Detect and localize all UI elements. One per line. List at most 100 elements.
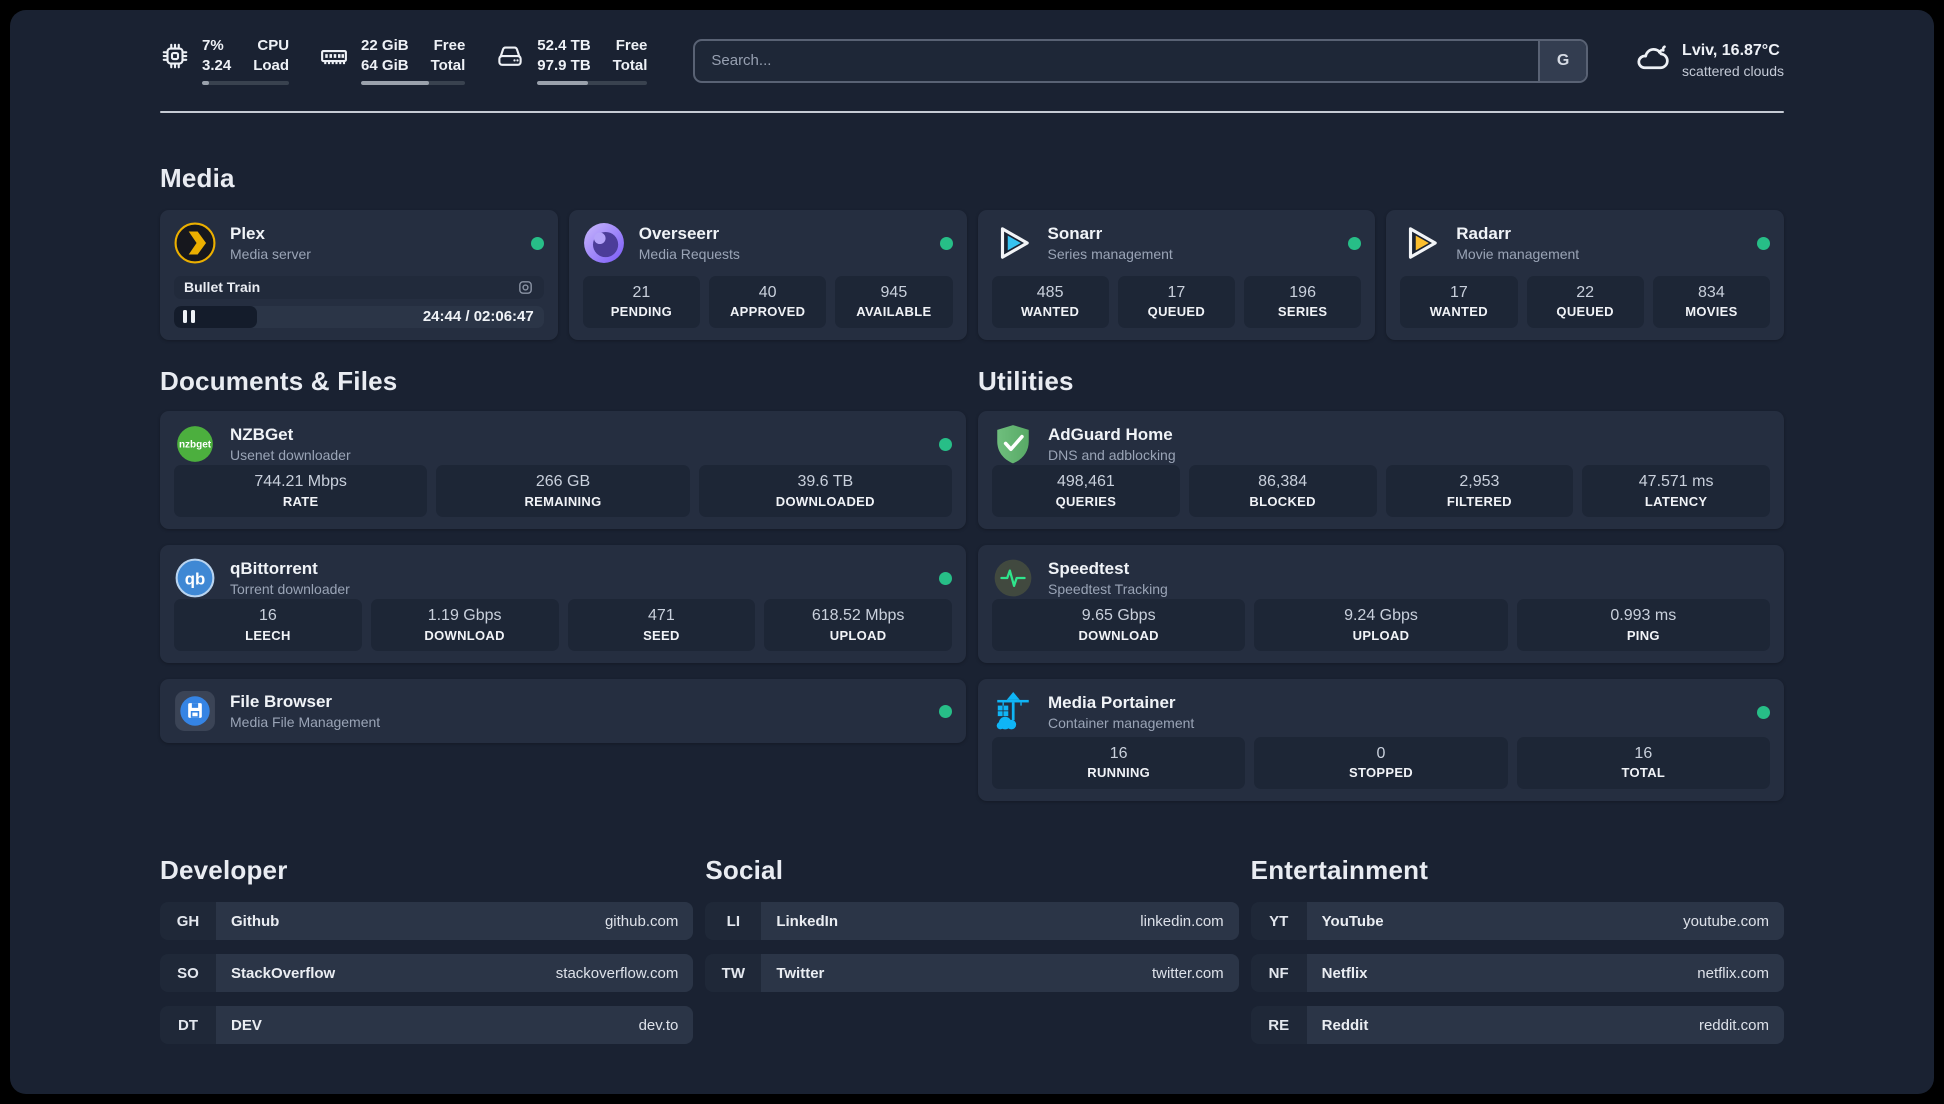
link-reddit[interactable]: RE Reddit reddit.com: [1250, 1006, 1784, 1044]
app-card-qbittorrent[interactable]: qb qBittorrent Torrent downloader 16 LEE…: [160, 545, 966, 663]
link-youtube[interactable]: YT YouTube youtube.com: [1250, 902, 1784, 940]
link-url: linkedin.com: [1140, 912, 1224, 930]
svg-text:qb: qb: [185, 569, 206, 588]
stat-tile-wanted: 17 WANTED: [1400, 275, 1518, 328]
stat-tile-queued: 17 QUEUED: [1117, 275, 1235, 328]
status-dot-online: [1348, 236, 1362, 250]
app-name: qBittorrent: [230, 559, 318, 579]
stat-tile-total: 16 TOTAL: [1516, 736, 1770, 789]
status-dot-online: [939, 236, 953, 250]
stat-tile-series: 196 SERIES: [1244, 275, 1362, 328]
cloud-icon: [1634, 40, 1670, 81]
app-desc: Media server: [230, 245, 311, 262]
link-abbr: LI: [705, 902, 762, 940]
stat-tile-filtered: 2,953 FILTERED: [1385, 465, 1574, 518]
link-bar: YouTube youtube.com: [1306, 902, 1784, 940]
memory-stat: 22 GiB 64 GiB Free Total: [319, 36, 466, 85]
cpu-usage-label: CPU: [257, 37, 290, 54]
stat-tile-approved: 40 APPROVED: [709, 275, 827, 328]
link-netflix[interactable]: NF Netflix netflix.com: [1250, 954, 1784, 992]
app-name: File Browser: [230, 692, 333, 712]
app-name: Sonarr: [1047, 224, 1103, 244]
nzbget-icon: nzbget: [174, 423, 216, 465]
app-name: Plex: [230, 224, 265, 244]
link-dev[interactable]: DT DEV dev.to: [160, 1006, 694, 1044]
header-divider: [160, 111, 1784, 113]
app-card-nzbget[interactable]: nzbget NZBGet Usenet downloader 744.21 M…: [160, 411, 966, 529]
app-name: Speedtest: [1048, 559, 1130, 579]
app-desc: Container management: [1048, 714, 1195, 731]
link-name: Reddit: [1321, 1016, 1369, 1034]
sonarr-icon: [992, 222, 1034, 264]
link-url: twitter.com: [1151, 964, 1224, 982]
overseerr-icon: [583, 222, 625, 264]
cpu-progress-bar: [202, 81, 290, 85]
section-title-developer: Developer: [160, 855, 288, 885]
session-camera-icon[interactable]: [517, 279, 534, 296]
social-section: Social LI LinkedIn linkedin.com TW Twitt…: [705, 855, 1239, 992]
link-linkedin[interactable]: LI LinkedIn linkedin.com: [705, 902, 1239, 940]
link-name: Github: [231, 912, 280, 930]
app-name: Media Portainer: [1048, 693, 1176, 713]
app-card-radarr[interactable]: Radarr Movie management 17 WANTED 22 QUE…: [1386, 210, 1784, 340]
stat-tile-running: 16 RUNNING: [992, 736, 1246, 789]
ram-free-value: 22 GiB: [361, 37, 409, 54]
stat-tile-wanted: 485 WANTED: [991, 275, 1109, 328]
link-abbr: DT: [160, 1006, 216, 1044]
app-card-sonarr[interactable]: Sonarr Series management 485 WANTED 17 Q…: [977, 210, 1376, 340]
link-name: YouTube: [1321, 912, 1384, 930]
link-bar: Reddit reddit.com: [1306, 1006, 1784, 1044]
stat-tile-queued: 22 QUEUED: [1526, 275, 1644, 328]
status-dot-online: [1757, 705, 1770, 719]
section-title-social: Social: [705, 855, 784, 885]
developer-section: Developer GH Github github.com SO StackO…: [160, 855, 694, 1044]
pause-icon[interactable]: [183, 310, 195, 324]
stat-tile-seed: 471 SEED: [567, 599, 756, 652]
stat-tile-movies: 834 MOVIES: [1652, 275, 1770, 328]
svg-text:nzbget: nzbget: [179, 440, 212, 451]
disk-free-value: 52.4 TB: [537, 37, 591, 54]
app-desc: Movie management: [1456, 245, 1580, 262]
ram-free-label: Free: [433, 37, 466, 54]
search-input[interactable]: [695, 40, 1539, 81]
disk-progress-bar: [537, 81, 648, 85]
link-twitter[interactable]: TW Twitter twitter.com: [705, 954, 1239, 992]
qbittorrent-icon: qb: [174, 557, 216, 599]
stat-tile-remaining: 266 GB REMAINING: [436, 465, 690, 518]
stat-tile-download: 1.19 Gbps DOWNLOAD: [370, 599, 559, 652]
app-card-portainer[interactable]: Media Portainer Container management 16 …: [978, 679, 1784, 801]
link-stackoverflow[interactable]: SO StackOverflow stackoverflow.com: [160, 954, 694, 992]
link-bar: LinkedIn linkedin.com: [761, 902, 1239, 940]
filebrowser-icon: [174, 690, 216, 732]
status-dot-online: [1757, 236, 1770, 250]
app-name: Overseerr: [638, 224, 720, 244]
ram-total-label: Total: [430, 56, 466, 74]
search-engine-button[interactable]: G: [1538, 40, 1587, 81]
app-card-plex[interactable]: Plex Media server Bullet Train 24:44 / 0…: [160, 210, 558, 340]
link-abbr: GH: [160, 902, 216, 940]
cpu-load-label: Load: [253, 56, 290, 74]
link-github[interactable]: GH Github github.com: [160, 902, 694, 940]
app-card-overseerr[interactable]: Overseerr Media Requests 21 PENDING 40 A…: [568, 210, 967, 340]
app-card-adguard[interactable]: AdGuard Home DNS and adblocking 498,461 …: [978, 411, 1784, 529]
stat-tile-rate: 744.21 Mbps RATE: [174, 465, 428, 518]
app-card-filebrowser[interactable]: File Browser Media File Management: [160, 679, 966, 743]
app-name: Radarr: [1456, 224, 1512, 244]
utilities-column: Utilities AdGuard Home DNS and adblockin…: [978, 366, 1784, 801]
app-card-speedtest[interactable]: Speedtest Speedtest Tracking 9.65 Gbps D…: [978, 545, 1784, 663]
link-url: stackoverflow.com: [555, 964, 679, 982]
stat-tile-queries: 498,461 QUERIES: [992, 465, 1180, 518]
stat-tile-leech: 16 LEECH: [174, 599, 362, 652]
dashboard: 7% 3.24 CPU Load 22 GiB 64 GiB Free Tota…: [10, 10, 1934, 1094]
link-bar: StackOverflow stackoverflow.com: [216, 954, 694, 992]
link-name: Netflix: [1321, 964, 1368, 982]
app-name: AdGuard Home: [1048, 425, 1173, 445]
link-name: LinkedIn: [776, 912, 838, 930]
weather-widget: Lviv, 16.87°C scattered clouds: [1634, 40, 1784, 81]
now-playing-title: Bullet Train: [184, 279, 261, 296]
link-bar: Netflix netflix.com: [1306, 954, 1784, 992]
app-desc: Usenet downloader: [230, 446, 351, 463]
memory-progress-bar: [361, 81, 466, 85]
playback-bar[interactable]: 24:44 / 02:06:47: [174, 305, 544, 328]
top-bar: 7% 3.24 CPU Load 22 GiB 64 GiB Free Tota…: [160, 36, 1784, 85]
